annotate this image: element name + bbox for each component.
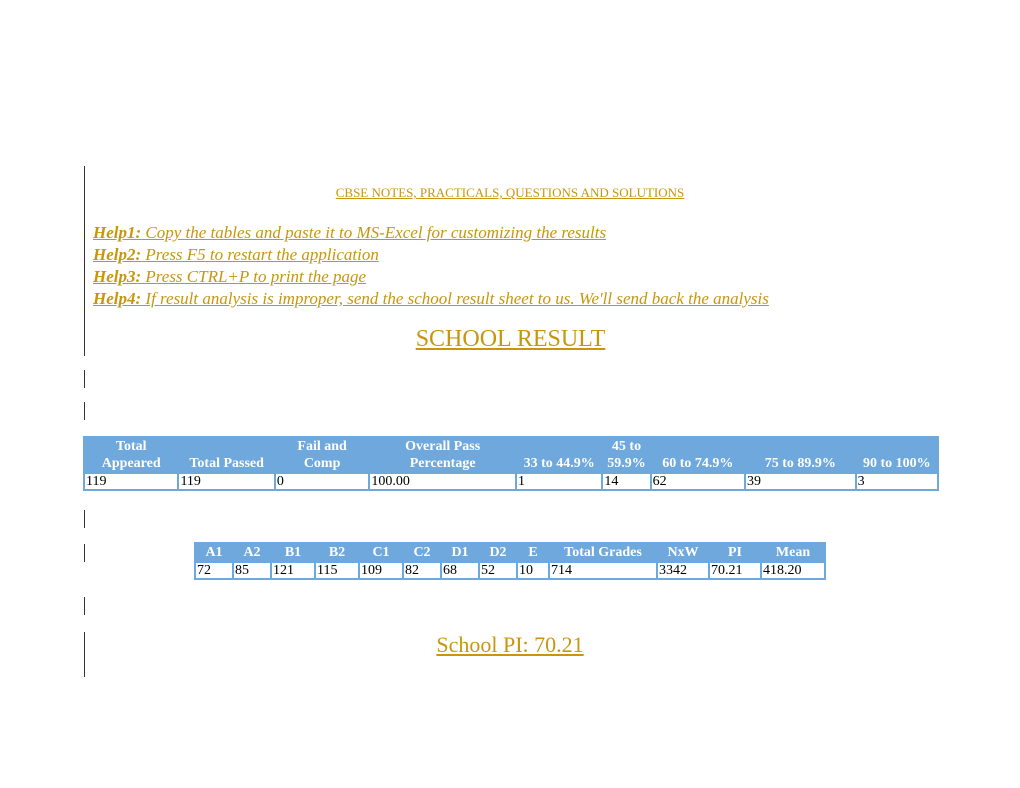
cell-a1: 72 bbox=[196, 563, 232, 578]
cell-mean: 418.20 bbox=[762, 563, 824, 578]
help-item[interactable]: Help1: Copy the tables and paste it to M… bbox=[93, 222, 769, 244]
margin-bar bbox=[84, 544, 85, 562]
summary-header-row: Total Appeared Total Passed Fail and Comp … bbox=[85, 438, 937, 472]
page: CBSE NOTES, PRACTICALS, QUESTIONS AND SO… bbox=[0, 0, 1020, 788]
header-total-passed: Total Passed bbox=[179, 438, 274, 472]
help-text: Press F5 to restart the application bbox=[141, 245, 379, 264]
help-item[interactable]: Help4: If result analysis is improper, s… bbox=[93, 288, 769, 310]
help-text: Press CTRL+P to print the page bbox=[141, 267, 367, 286]
header-45-to-59: 45 to 59.9% bbox=[603, 438, 650, 472]
cell-b1: 121 bbox=[272, 563, 314, 578]
summary-table: Total Appeared Total Passed Fail and Comp … bbox=[83, 436, 939, 491]
grades-header-row: A1 A2 B1 B2 C1 C2 D1 D2 E Total Grades N… bbox=[196, 544, 824, 561]
header-c1: C1 bbox=[360, 544, 402, 561]
cell-e: 10 bbox=[518, 563, 548, 578]
header-total-appeared: Total Appeared bbox=[85, 438, 178, 472]
cell-75-to-89: 39 bbox=[746, 474, 855, 489]
header-total-grades: Total Grades bbox=[550, 544, 656, 561]
header-a2: A2 bbox=[234, 544, 270, 561]
cell-b2: 115 bbox=[316, 563, 358, 578]
margin-bar bbox=[84, 402, 85, 420]
cell-total-appeared: 119 bbox=[85, 474, 178, 489]
margin-bar bbox=[84, 370, 85, 388]
grades-table: A1 A2 B1 B2 C1 C2 D1 D2 E Total Grades N… bbox=[194, 542, 826, 580]
cell-33-to-44: 1 bbox=[517, 474, 602, 489]
header-60-to-74: 60 to 74.9% bbox=[651, 438, 745, 472]
cell-total-passed: 119 bbox=[179, 474, 274, 489]
header-pi: PI bbox=[710, 544, 760, 561]
help-item[interactable]: Help3: Press CTRL+P to print the page bbox=[93, 266, 769, 288]
margin-bar bbox=[84, 166, 85, 186]
help-list: Help1: Copy the tables and paste it to M… bbox=[93, 222, 769, 310]
help-label: Help3: bbox=[93, 267, 142, 286]
section-title: SCHOOL RESULT bbox=[0, 326, 1020, 353]
help-text: Copy the tables and paste it to MS-Excel… bbox=[141, 223, 607, 242]
header-mean: Mean bbox=[762, 544, 824, 561]
summary-data-row: 119 119 0 100.00 1 14 62 39 3 bbox=[85, 474, 937, 489]
grades-data-row: 72 85 121 115 109 82 68 52 10 714 3342 7… bbox=[196, 563, 824, 578]
help-label: Help4: bbox=[93, 289, 142, 308]
header-c2: C2 bbox=[404, 544, 440, 561]
header-d2: D2 bbox=[480, 544, 516, 561]
header-nxw: NxW bbox=[658, 544, 708, 561]
help-label: Help2: bbox=[93, 245, 142, 264]
header-b1: B1 bbox=[272, 544, 314, 561]
header-b2: B2 bbox=[316, 544, 358, 561]
help-text: If result analysis is improper, send the… bbox=[141, 289, 769, 308]
cell-fail-and-comp: 0 bbox=[275, 474, 369, 489]
header-e: E bbox=[518, 544, 548, 561]
header-fail-and-comp: Fail and Comp bbox=[275, 438, 369, 472]
site-title-link[interactable]: CBSE NOTES, PRACTICALS, QUESTIONS AND SO… bbox=[336, 185, 685, 200]
cell-c1: 109 bbox=[360, 563, 402, 578]
header-33-to-44: 33 to 44.9% bbox=[517, 438, 602, 472]
cell-pi: 70.21 bbox=[710, 563, 760, 578]
margin-bar bbox=[84, 597, 85, 615]
cell-d2: 52 bbox=[480, 563, 516, 578]
cell-d1: 68 bbox=[442, 563, 478, 578]
school-pi-text: School PI: 70.21 bbox=[436, 632, 584, 657]
help-item[interactable]: Help2: Press F5 to restart the applicati… bbox=[93, 244, 769, 266]
cell-45-to-59: 14 bbox=[603, 474, 650, 489]
cell-60-to-74: 62 bbox=[651, 474, 745, 489]
header-90-to-100: 90 to 100% bbox=[856, 438, 937, 472]
header-overall-pass-percentage: Overall Pass Percentage bbox=[370, 438, 515, 472]
cell-nxw: 3342 bbox=[658, 563, 708, 578]
cell-overall-pass-percentage: 100.00 bbox=[370, 474, 515, 489]
cell-c2: 82 bbox=[404, 563, 440, 578]
cell-90-to-100: 3 bbox=[856, 474, 937, 489]
section-title-text: SCHOOL RESULT bbox=[415, 326, 606, 352]
site-title: CBSE NOTES, PRACTICALS, QUESTIONS AND SO… bbox=[0, 185, 1020, 201]
margin-bar bbox=[84, 510, 85, 528]
cell-total-grades: 714 bbox=[550, 563, 656, 578]
help-label: Help1: bbox=[93, 223, 142, 242]
header-d1: D1 bbox=[442, 544, 478, 561]
header-a1: A1 bbox=[196, 544, 232, 561]
header-75-to-89: 75 to 89.9% bbox=[746, 438, 855, 472]
school-pi: School PI: 70.21 bbox=[0, 632, 1020, 658]
cell-a2: 85 bbox=[234, 563, 270, 578]
